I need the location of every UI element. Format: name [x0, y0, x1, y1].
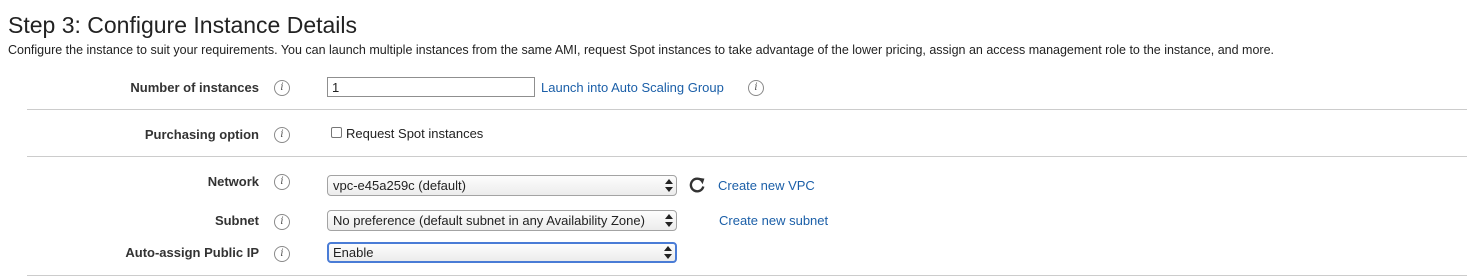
auto-assign-public-ip-value: Enable [333, 245, 374, 260]
info-icon[interactable]: i [274, 246, 290, 262]
chevron-updown-icon [664, 246, 672, 259]
auto-assign-public-ip-label: Auto-assign Public IP [125, 245, 259, 260]
auto-assign-public-ip-select[interactable]: Enable [327, 242, 677, 263]
row-auto-assign-public-ip: Auto-assign Public IP i Enable [0, 0, 1467, 270]
divider [27, 275, 1467, 276]
